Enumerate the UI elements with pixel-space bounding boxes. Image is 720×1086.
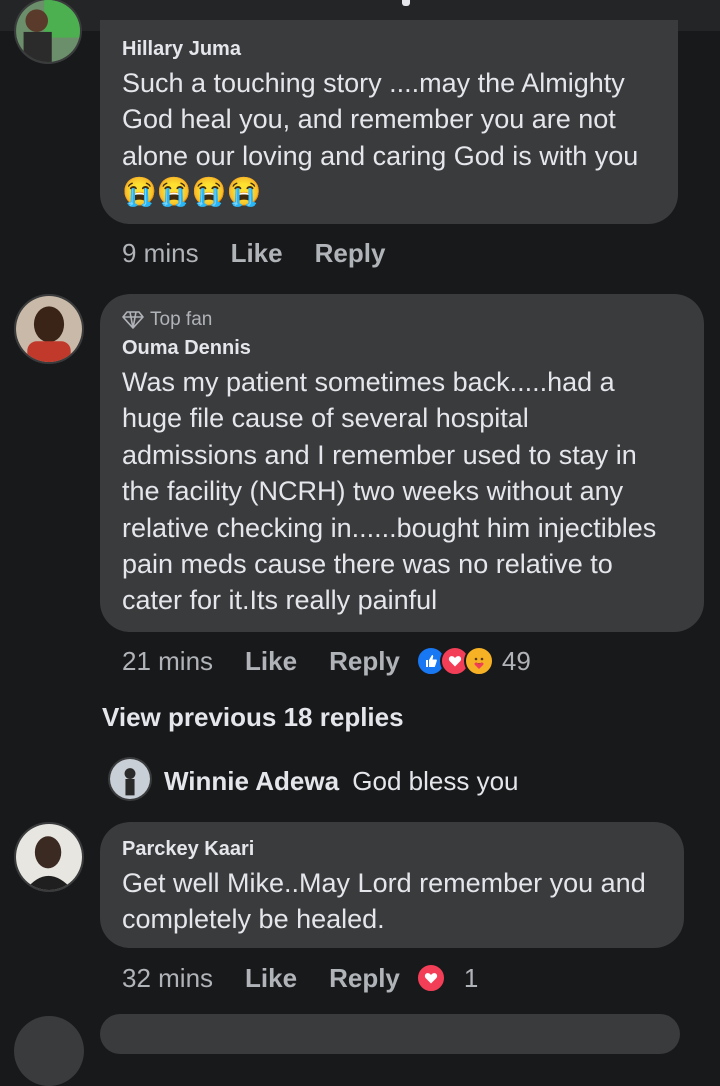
- reaction-summary[interactable]: [415, 646, 494, 676]
- diamond-icon: [122, 311, 144, 329]
- comment-bubble[interactable]: Parckey Kaari Get well Mike..May Lord re…: [100, 822, 684, 948]
- reply-button[interactable]: Reply: [315, 238, 386, 269]
- like-button[interactable]: Like: [245, 963, 297, 994]
- comment-bubble[interactable]: [100, 1014, 680, 1054]
- avatar[interactable]: [108, 757, 152, 801]
- inline-reply[interactable]: Winnie Adewa God bless you: [164, 764, 519, 798]
- comment-text: Such a touching story ....may the Almigh…: [122, 68, 639, 171]
- comment-time[interactable]: 32 mins: [122, 963, 213, 994]
- badge-label: Top fan: [150, 309, 213, 330]
- avatar[interactable]: [14, 0, 82, 64]
- reply-text: God bless you: [352, 766, 519, 796]
- commenter-name[interactable]: Hillary Juma: [122, 37, 656, 61]
- love-icon: [415, 963, 446, 993]
- like-button[interactable]: Like: [231, 238, 283, 269]
- reply-button[interactable]: Reply: [329, 646, 400, 677]
- comment-text: Was my patient sometimes back.....had a …: [122, 367, 657, 616]
- reaction-count[interactable]: 1: [464, 963, 478, 994]
- reaction-count[interactable]: 49: [502, 646, 531, 677]
- comment-time[interactable]: 21 mins: [122, 646, 213, 677]
- emoji-row: 😭😭😭😭: [122, 176, 262, 208]
- reply-name[interactable]: Winnie Adewa: [164, 766, 339, 796]
- like-button[interactable]: Like: [245, 646, 297, 677]
- reply-button[interactable]: Reply: [329, 963, 400, 994]
- comment-bubble[interactable]: Hillary Juma Such a touching story ....m…: [100, 20, 678, 224]
- avatar[interactable]: [14, 822, 84, 892]
- top-fan-badge: Top fan: [122, 308, 682, 332]
- comment-time[interactable]: 9 mins: [122, 238, 199, 269]
- reaction-summary[interactable]: [415, 963, 446, 993]
- care-icon: [463, 646, 494, 676]
- commenter-name[interactable]: Parckey Kaari: [122, 837, 662, 861]
- commenter-name[interactable]: Ouma Dennis: [122, 336, 682, 360]
- comment-actions: 21 mins Like Reply 49: [122, 644, 531, 678]
- comment-text: Get well Mike..May Lord remember you and…: [122, 868, 646, 935]
- comment-actions: 32 mins Like Reply 1: [122, 961, 478, 995]
- comment-actions: 9 mins Like Reply: [122, 236, 385, 270]
- title-fragment: [402, 0, 410, 6]
- avatar[interactable]: [14, 294, 84, 364]
- view-previous-replies[interactable]: View previous 18 replies: [102, 702, 404, 733]
- comment-bubble[interactable]: Top fan Ouma Dennis Was my patient somet…: [100, 294, 704, 632]
- avatar[interactable]: [14, 1016, 84, 1086]
